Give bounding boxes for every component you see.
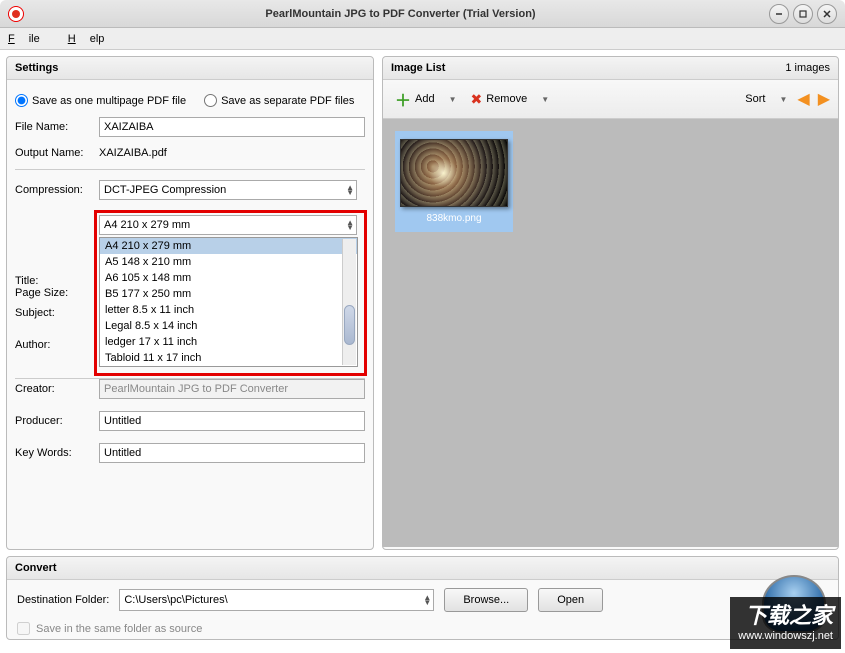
- pagesize-option[interactable]: Tabloid 11 x 17 inch: [100, 350, 357, 366]
- remove-button[interactable]: ✖ Remove: [465, 88, 534, 111]
- maximize-button[interactable]: [793, 4, 813, 24]
- sort-dropdown-chevron[interactable]: ▼: [775, 95, 791, 104]
- creator-label: Creator:: [15, 383, 99, 395]
- menu-file[interactable]: File: [8, 33, 54, 45]
- add-button[interactable]: ＋ Add: [389, 84, 441, 114]
- dropdown-scrollbar[interactable]: [342, 239, 356, 365]
- outputname-label: Output Name:: [15, 147, 99, 159]
- keywords-label: Key Words:: [15, 447, 99, 459]
- radio-multipage-input[interactable]: [15, 94, 28, 107]
- prev-arrow-icon[interactable]: ◀: [795, 89, 811, 109]
- pagesize-option[interactable]: ledger 17 x 11 inch: [100, 334, 357, 350]
- scrollbar-thumb[interactable]: [344, 305, 355, 345]
- same-folder-label: Save in the same folder as source: [36, 623, 202, 635]
- filename-label: File Name:: [15, 121, 99, 133]
- watermark: 下载之家 www.windowszj.net: [730, 597, 841, 649]
- pagesize-option[interactable]: letter 8.5 x 11 inch: [100, 302, 357, 318]
- thumbnail-preview: [400, 139, 508, 207]
- subject-label: Subject:: [15, 307, 99, 319]
- chevron-updown-icon: ▲▼: [346, 185, 354, 195]
- title-label: Title:: [15, 275, 99, 287]
- dest-select[interactable]: C:\Users\pc\Pictures\ ▲▼: [119, 589, 434, 611]
- image-scroll-area[interactable]: 838kmo.png: [383, 119, 838, 547]
- imagelist-panel: Image List 1 images ＋ Add ▼ ✖ Remove ▼ S…: [382, 56, 839, 550]
- pagesize-option[interactable]: A5 148 x 210 mm: [100, 254, 357, 270]
- menu-help[interactable]: Help: [68, 33, 105, 45]
- chevron-updown-icon: ▲▼: [423, 595, 431, 605]
- producer-label: Producer:: [15, 415, 99, 427]
- close-icon: [822, 9, 832, 19]
- remove-dropdown-chevron[interactable]: ▼: [537, 95, 553, 104]
- pagesize-select[interactable]: A4 210 x 279 mm ▲▼: [99, 215, 357, 235]
- imagelist-header: Image List: [391, 62, 445, 74]
- pagesize-option[interactable]: Legal 8.5 x 14 inch: [100, 318, 357, 334]
- pagesize-option[interactable]: A6 105 x 148 mm: [100, 270, 357, 286]
- pagesize-option[interactable]: A4 210 x 279 mm: [100, 238, 357, 254]
- add-dropdown-chevron[interactable]: ▼: [445, 95, 461, 104]
- maximize-icon: [798, 9, 808, 19]
- pagesize-option[interactable]: B5 177 x 250 mm: [100, 286, 357, 302]
- radio-multipage[interactable]: Save as one multipage PDF file: [15, 94, 186, 107]
- settings-header: Settings: [15, 62, 58, 74]
- window-title: PearlMountain JPG to PDF Converter (Tria…: [32, 8, 769, 20]
- dest-label: Destination Folder:: [17, 594, 109, 606]
- sort-button[interactable]: Sort: [739, 90, 771, 108]
- producer-input[interactable]: [99, 411, 365, 431]
- chevron-updown-icon: ▲▼: [346, 220, 354, 230]
- radio-separate-input[interactable]: [204, 94, 217, 107]
- thumbnail-name: 838kmo.png: [399, 213, 509, 228]
- same-folder-checkbox: [17, 622, 30, 635]
- compression-label: Compression:: [15, 184, 99, 196]
- app-icon: [8, 6, 24, 22]
- close-button[interactable]: [817, 4, 837, 24]
- convert-header: Convert: [15, 562, 57, 574]
- imagelist-count: 1 images: [785, 62, 830, 74]
- plus-icon: ＋: [395, 87, 411, 111]
- author-label: Author:: [15, 339, 99, 351]
- convert-panel: Convert Destination Folder: C:\Users\pc\…: [6, 556, 839, 640]
- x-icon: ✖: [471, 91, 483, 108]
- outputname-value: XAIZAIBA.pdf: [99, 147, 365, 159]
- keywords-input[interactable]: [99, 443, 365, 463]
- pagesize-dropdown: A4 210 x 279 mm A5 148 x 210 mm A6 105 x…: [99, 237, 358, 367]
- creator-input: [99, 379, 365, 399]
- open-button[interactable]: Open: [538, 588, 603, 612]
- browse-button[interactable]: Browse...: [444, 588, 528, 612]
- radio-separate[interactable]: Save as separate PDF files: [204, 94, 354, 107]
- minimize-button[interactable]: [769, 4, 789, 24]
- image-thumbnail[interactable]: 838kmo.png: [395, 131, 513, 232]
- pagesize-label: Page Size:: [15, 287, 99, 299]
- compression-select[interactable]: DCT-JPEG Compression ▲▼: [99, 180, 357, 200]
- minimize-icon: [774, 9, 784, 19]
- filename-input[interactable]: [99, 117, 365, 137]
- next-arrow-icon[interactable]: ▶: [816, 89, 832, 109]
- settings-panel: Settings Save as one multipage PDF file …: [6, 56, 374, 550]
